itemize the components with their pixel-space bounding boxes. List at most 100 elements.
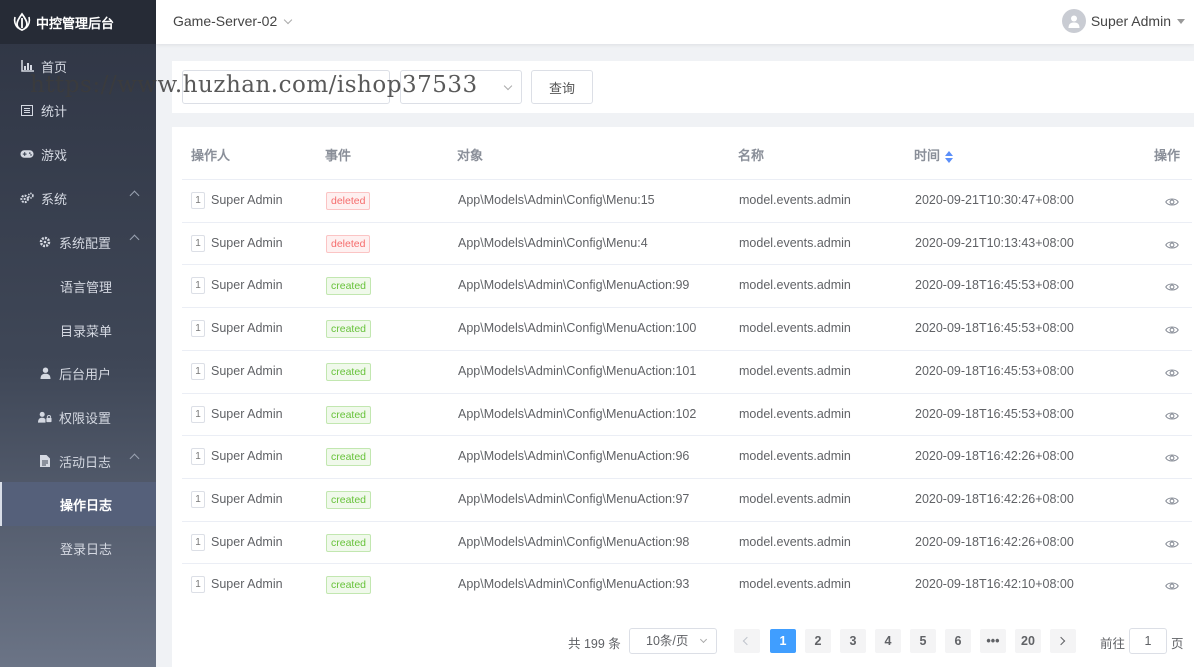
cell-object: App\Models\Admin\Config\Menu:4 (458, 235, 648, 250)
list-icon (20, 103, 34, 117)
page-button[interactable]: 20 (1015, 629, 1041, 653)
page-size-select[interactable]: 10条/页 (629, 628, 717, 654)
view-eye-icon[interactable] (1165, 494, 1179, 509)
sidebar-item-label: 登录日志 (60, 541, 113, 557)
event-tag: created (326, 405, 372, 424)
cell-operator: Super Admin (211, 577, 283, 592)
sidebar-item-label: 权限设置 (59, 410, 112, 426)
cell-operator: Super Admin (211, 449, 283, 464)
cell-name: model.events.admin (739, 321, 851, 336)
view-eye-icon[interactable] (1165, 366, 1179, 381)
user-lock-icon (38, 410, 52, 424)
next-page-button[interactable] (1050, 629, 1076, 653)
cell-operator: Super Admin (211, 321, 283, 336)
cell-time: 2020-09-18T16:45:53+08:00 (915, 363, 1074, 378)
sidebar-item-activity-log[interactable]: 活动日志 (0, 439, 156, 483)
cell-name: model.events.admin (739, 449, 851, 464)
prev-page-button[interactable] (734, 629, 760, 653)
server-selector[interactable]: Game-Server-02 (173, 13, 293, 29)
filter-select[interactable] (400, 70, 522, 104)
header-object: 对象 (457, 148, 484, 163)
table-row: 1 Super Admin deleted App\Models\Admin\Conf… (182, 221, 1192, 265)
view-eye-icon[interactable] (1165, 537, 1179, 552)
chart-icon (20, 59, 34, 73)
cell-object: App\Models\Admin\Config\MenuAction:102 (458, 406, 697, 421)
gear-icon (38, 235, 52, 249)
sidebar-item-label: 统计 (41, 103, 68, 119)
view-eye-icon[interactable] (1165, 195, 1179, 210)
sidebar-item-operation-log[interactable]: 操作日志 (0, 482, 156, 526)
cell-time: 2020-09-18T16:45:53+08:00 (915, 406, 1074, 421)
sort-icon[interactable] (945, 150, 954, 163)
search-input[interactable] (182, 70, 390, 104)
avatar (1061, 9, 1086, 33)
sidebar-item-label: 语言管理 (60, 279, 113, 295)
sidebar-item-login-log[interactable]: 登录日志 (0, 526, 156, 570)
page-suffix: 页 (1171, 637, 1184, 651)
sidebar-item-label: 游戏 (41, 147, 68, 163)
search-button[interactable]: 查询 (531, 70, 593, 104)
logo[interactable]: 中控管理后台 (0, 0, 156, 44)
page-button[interactable]: 1 (770, 629, 796, 653)
server-name: Game-Server-02 (173, 13, 278, 29)
sidebar-item-label: 系统配置 (59, 235, 112, 251)
goto-page-input[interactable]: 1 (1129, 628, 1167, 654)
page-button[interactable]: 6 (945, 629, 971, 653)
sidebar-item-games[interactable]: 游戏 (0, 132, 156, 176)
cell-name: model.events.admin (739, 406, 851, 421)
page-ellipsis-button[interactable]: ••• (980, 629, 1006, 653)
sidebar-item-label: 操作日志 (60, 497, 113, 513)
sidebar-item-permissions[interactable]: 权限设置 (0, 395, 156, 439)
cell-operator: Super Admin (211, 278, 283, 293)
header-operator: 操作人 (191, 148, 231, 163)
table-row: 1 Super Admin created App\Models\Admin\Conf… (182, 477, 1192, 521)
row-index-badge: 1 (191, 277, 205, 295)
page-button[interactable]: 5 (910, 629, 936, 653)
sidebar-item-system[interactable]: 系统 (0, 176, 156, 220)
view-eye-icon[interactable] (1165, 409, 1179, 424)
chevron-down-icon (699, 635, 708, 644)
event-tag: created (326, 277, 372, 296)
table-row: 1 Super Admin created App\Models\Admin\Conf… (182, 435, 1192, 478)
view-eye-icon[interactable] (1165, 579, 1179, 594)
cell-operator: Super Admin (211, 406, 283, 421)
chevron-down-icon (503, 81, 513, 91)
row-index-badge: 1 (191, 320, 205, 338)
row-index-badge: 1 (191, 576, 205, 594)
cell-time: 2020-09-18T16:42:26+08:00 (915, 449, 1074, 464)
view-eye-icon[interactable] (1165, 238, 1179, 253)
view-eye-icon[interactable] (1165, 451, 1179, 466)
cell-time: 2020-09-18T16:45:53+08:00 (915, 321, 1074, 336)
header-name: 名称 (738, 148, 765, 163)
cell-object: App\Models\Admin\Config\MenuAction:99 (458, 278, 690, 293)
sidebar-item-admin-users[interactable]: 后台用户 (0, 351, 156, 395)
sidebar-item-system-config[interactable]: 系统配置 (0, 220, 156, 264)
table-row: 1 Super Admin created App\Models\Admin\Conf… (182, 349, 1192, 393)
page-button[interactable]: 3 (840, 629, 866, 653)
row-index-badge: 1 (191, 234, 205, 252)
header-time-label: 时间 (914, 148, 941, 163)
user-menu[interactable]: Super Admin (1061, 9, 1185, 33)
sidebar-item-home[interactable]: 首页 (0, 44, 156, 88)
table-row: 1 Super Admin created App\Models\Admin\Conf… (182, 392, 1192, 436)
cell-object: App\Models\Admin\Config\MenuAction:100 (458, 321, 697, 336)
sidebar-item-menu-directory[interactable]: 目录菜单 (0, 308, 156, 352)
cell-object: App\Models\Admin\Config\MenuAction:96 (458, 449, 690, 464)
view-eye-icon[interactable] (1165, 323, 1179, 338)
sidebar-item-language[interactable]: 语言管理 (0, 264, 156, 308)
cell-name: model.events.admin (739, 235, 851, 250)
table-row: 1 Super Admin created App\Models\Admin\Conf… (182, 520, 1192, 564)
sidebar-item-stats[interactable]: 统计 (0, 88, 156, 132)
row-index-badge: 1 (191, 405, 205, 423)
header-actions: 操作 (1154, 148, 1181, 163)
event-tag: created (326, 533, 372, 552)
chevron-down-icon (284, 15, 293, 24)
cell-time: 2020-09-18T16:42:26+08:00 (915, 491, 1074, 506)
sidebar-item-label: 活动日志 (59, 454, 112, 470)
cell-name: model.events.admin (739, 278, 851, 293)
header-time[interactable]: 时间 (914, 145, 954, 164)
view-eye-icon[interactable] (1165, 280, 1179, 295)
cell-operator: Super Admin (211, 534, 283, 549)
page-button[interactable]: 2 (805, 629, 831, 653)
page-button[interactable]: 4 (875, 629, 901, 653)
